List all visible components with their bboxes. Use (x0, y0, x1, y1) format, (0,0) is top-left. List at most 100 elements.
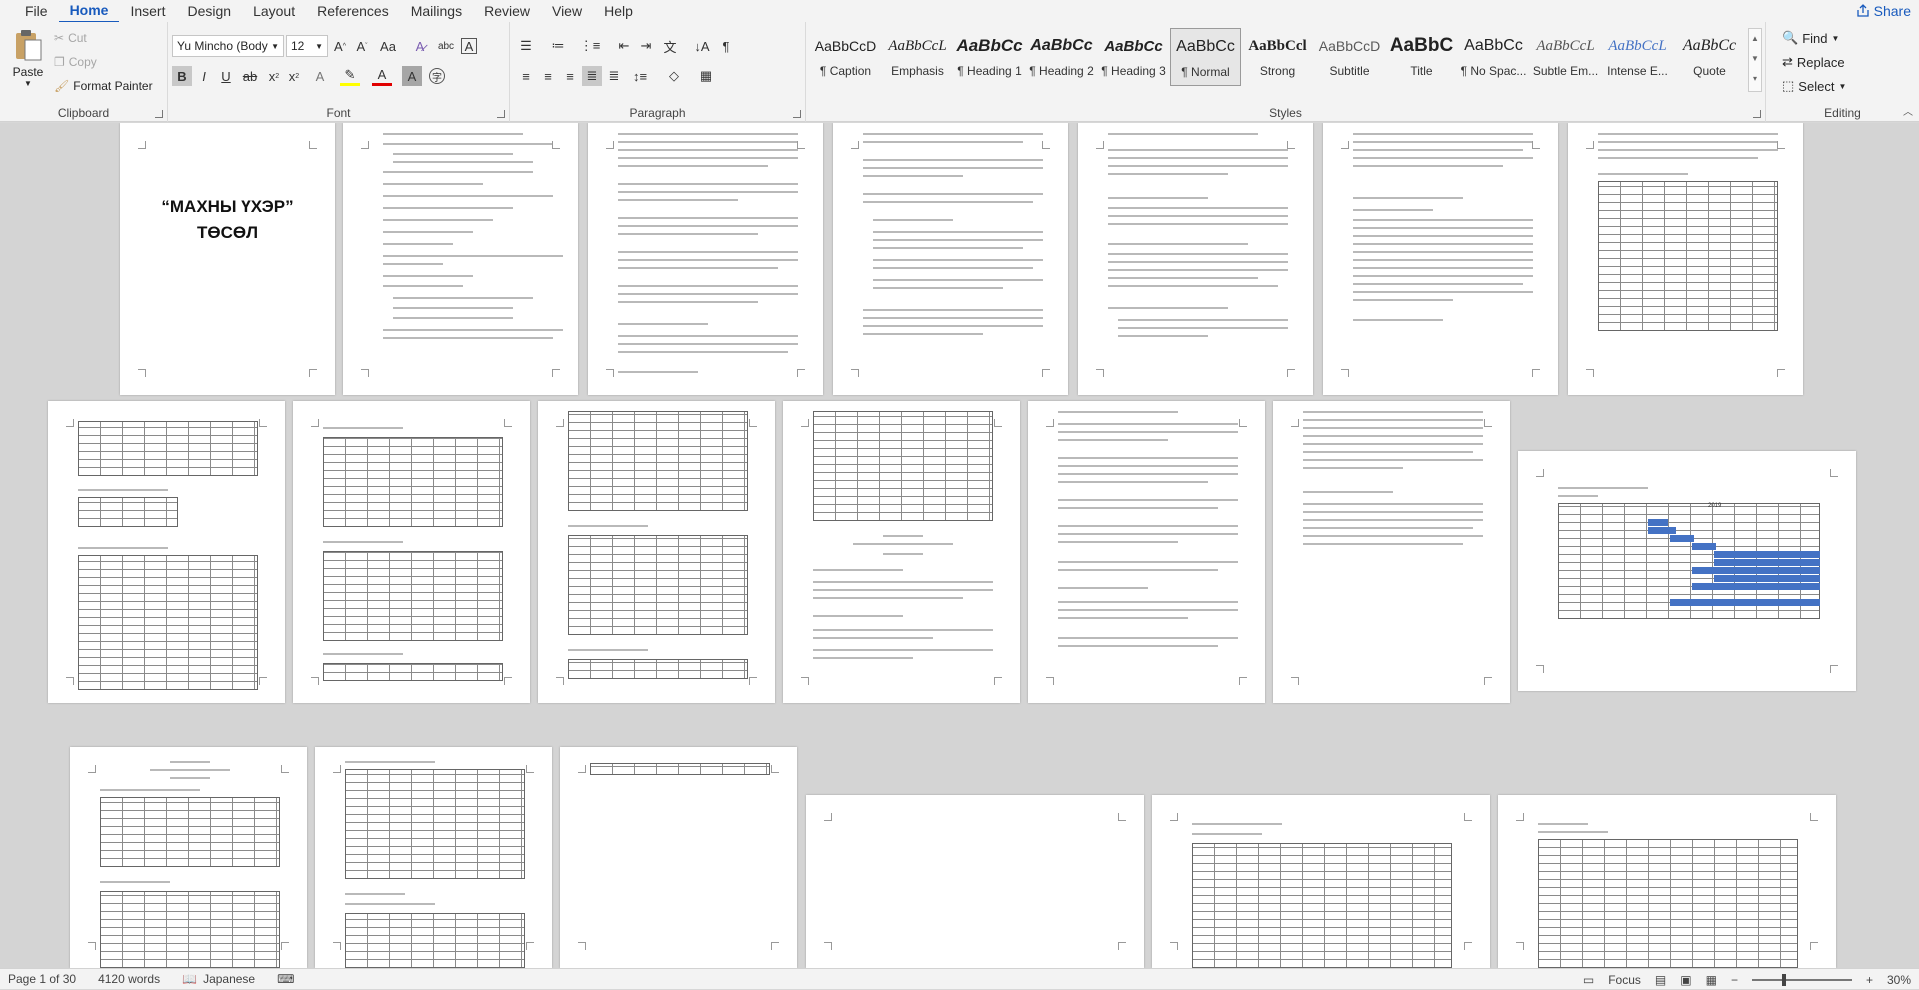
style-subtle-emphasis[interactable]: AaBbCcL Subtle Em... (1530, 28, 1601, 86)
page-3[interactable] (588, 123, 823, 395)
text-effects-icon[interactable]: A (310, 66, 330, 86)
paragraph-launcher-icon[interactable] (793, 110, 801, 118)
zoom-level[interactable]: 30% (1887, 973, 1911, 987)
highlight-icon[interactable]: ✎ (340, 66, 360, 86)
style-emphasis[interactable]: AaBbCcL Emphasis (882, 28, 953, 86)
page-19[interactable] (1152, 795, 1490, 968)
page-1[interactable]: “МАХНЫ ҮХЭР” ТӨСӨЛ (120, 123, 335, 395)
bold-icon[interactable]: B (172, 66, 192, 86)
language-indicator[interactable]: Japanese (203, 972, 255, 986)
justify-icon[interactable]: ≣ (582, 66, 602, 86)
sort-icon[interactable]: ↓A (692, 36, 712, 56)
page-5[interactable] (1078, 123, 1313, 395)
style-intense-emphasis[interactable]: AaBbCcL Intense E... (1602, 28, 1673, 86)
share-button[interactable]: Share (1856, 0, 1911, 22)
change-case-icon[interactable]: Aa (378, 36, 398, 56)
style-normal[interactable]: AaBbCc ¶ Normal (1170, 28, 1241, 86)
page-15[interactable] (70, 747, 307, 968)
cut-button[interactable]: ✂ Cut (54, 31, 87, 45)
style-quote[interactable]: AaBbCc Quote (1674, 28, 1745, 86)
page-4[interactable] (833, 123, 1068, 395)
page-9[interactable] (293, 401, 530, 703)
page-7[interactable] (1568, 123, 1803, 395)
tab-layout[interactable]: Layout (242, 0, 306, 22)
tab-help[interactable]: Help (593, 0, 644, 22)
line-spacing-icon[interactable]: ↕≡ (630, 66, 650, 86)
decrease-indent-icon[interactable]: ⇤ (614, 36, 634, 56)
font-launcher-icon[interactable] (497, 110, 505, 118)
copy-button[interactable]: ❐ Copy (54, 55, 97, 69)
tab-home[interactable]: Home (58, 0, 120, 23)
print-layout-icon[interactable]: ▣ (1680, 973, 1691, 987)
style-heading-1[interactable]: AaBbCc ¶ Heading 1 (954, 28, 1025, 86)
show-marks-icon[interactable]: ¶ (716, 36, 736, 56)
styles-scroll-bar[interactable]: ▲ ▼ ▾ (1748, 28, 1762, 92)
web-layout-icon[interactable]: ▦ (1706, 973, 1717, 987)
document-area[interactable]: “МАХНЫ ҮХЭР” ТӨСӨЛ 2019 (0, 123, 1919, 968)
font-color-icon[interactable]: A (372, 66, 392, 86)
zoom-slider-thumb[interactable] (1781, 973, 1786, 986)
page-8[interactable] (48, 401, 285, 703)
multilevel-list-icon[interactable]: ⋮≡ (580, 36, 601, 56)
page-16[interactable] (315, 747, 552, 968)
proofing-icon[interactable]: 📖 (182, 972, 197, 986)
page-20[interactable] (1498, 795, 1836, 968)
zoom-slider[interactable] (1751, 973, 1852, 986)
styles-launcher-icon[interactable] (1753, 110, 1761, 118)
paste-button[interactable]: Paste ▼ (6, 28, 50, 92)
strikethrough-icon[interactable]: ab (240, 66, 260, 86)
align-left-icon[interactable]: ≡ (516, 66, 536, 86)
focus-icon[interactable]: ▭ (1583, 973, 1594, 987)
page-10[interactable] (538, 401, 775, 703)
style-no-spacing[interactable]: AaBbCc ¶ No Spac... (1458, 28, 1529, 86)
numbering-icon[interactable]: ≔ (548, 36, 568, 56)
enclose-characters-icon[interactable]: 字 (429, 68, 445, 84)
italic-icon[interactable]: I (194, 66, 214, 86)
bullets-icon[interactable]: ☰ (516, 36, 536, 56)
align-right-icon[interactable]: ≡ (560, 66, 580, 86)
shading-icon[interactable]: ◇ (664, 66, 684, 86)
accessibility-icon[interactable]: ⌨ (277, 972, 294, 986)
distributed-icon[interactable]: ≣ (604, 66, 624, 86)
style-strong[interactable]: AaBbCcl Strong (1242, 28, 1313, 86)
page-count[interactable]: Page 1 of 30 (8, 972, 76, 986)
underline-icon[interactable]: U (216, 66, 236, 86)
superscript-icon[interactable]: x2 (284, 66, 304, 86)
page-17[interactable] (560, 747, 797, 968)
font-size-select[interactable]: 12 ▼ (286, 35, 328, 57)
page-18[interactable] (806, 795, 1144, 968)
page-6[interactable] (1323, 123, 1558, 395)
style-subtitle[interactable]: AaBbCcD Subtitle (1314, 28, 1385, 86)
character-border-icon[interactable]: A (461, 38, 477, 54)
increase-indent-icon[interactable]: ⇥ (636, 36, 656, 56)
style-heading-3[interactable]: AaBbCc ¶ Heading 3 (1098, 28, 1169, 86)
phonetic-guide-icon[interactable]: abc (436, 36, 456, 56)
tab-design[interactable]: Design (176, 0, 242, 22)
tab-file[interactable]: File (14, 0, 59, 22)
subscript-icon[interactable]: x2 (264, 66, 284, 86)
tab-references[interactable]: References (306, 0, 400, 22)
tab-mailings[interactable]: Mailings (400, 0, 473, 22)
style-title[interactable]: AaBbC Title (1386, 28, 1457, 86)
character-shading-icon[interactable]: A (402, 66, 422, 86)
font-name-select[interactable]: Yu Mincho (Body ▼ (172, 35, 284, 57)
borders-icon[interactable]: ▦ (696, 66, 716, 86)
word-count[interactable]: 4120 words (98, 972, 160, 986)
clear-formatting-icon[interactable]: A̷ (410, 36, 430, 56)
shrink-font-icon[interactable]: Aˇ (352, 36, 372, 56)
read-mode-icon[interactable]: ▤ (1655, 973, 1666, 987)
tab-insert[interactable]: Insert (119, 0, 176, 22)
grow-font-icon[interactable]: A ^ (330, 36, 350, 56)
replace-button[interactable]: ⇄ Replace (1782, 54, 1845, 70)
asian-layout-icon[interactable]: 文 (660, 36, 680, 56)
align-center-icon[interactable]: ≡ (538, 66, 558, 86)
page-2[interactable] (343, 123, 578, 395)
tab-view[interactable]: View (541, 0, 593, 22)
focus-label[interactable]: Focus (1608, 973, 1641, 987)
page-12[interactable] (1028, 401, 1265, 703)
style-heading-2[interactable]: AaBbCc ¶ Heading 2 (1026, 28, 1097, 86)
format-painter-button[interactable]: 🖌 Format Painter (54, 79, 153, 93)
style-caption[interactable]: AaBbCcD ¶ Caption (810, 28, 881, 86)
zoom-in-icon[interactable]: + (1866, 973, 1873, 987)
find-button[interactable]: 🔍 Find ▼ (1782, 30, 1839, 46)
